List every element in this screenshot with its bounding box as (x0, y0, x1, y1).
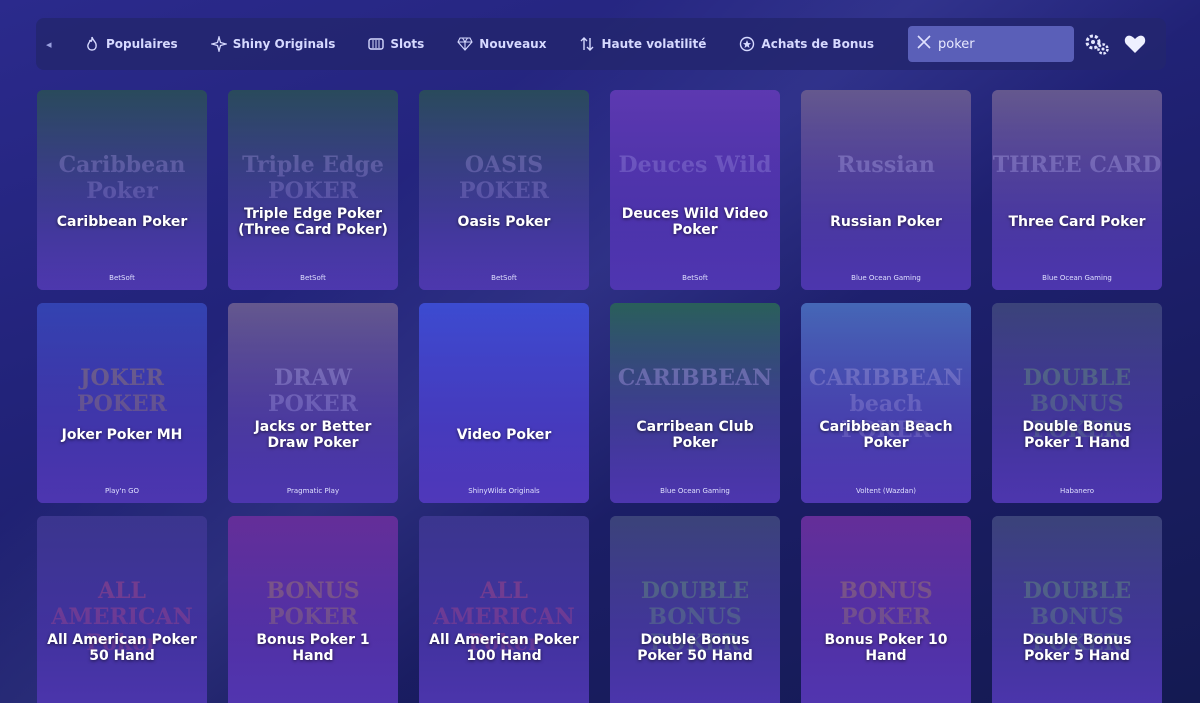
slot-machine-icon (368, 36, 385, 52)
game-provider: Play'n GO (104, 487, 140, 495)
nav-item-label: Shiny Originals (232, 37, 336, 51)
game-card[interactable]: BONUS POKERBonus Poker 1 Hand (228, 516, 398, 703)
game-provider: Pragmatic Play (286, 487, 340, 495)
card-overlay (228, 303, 398, 503)
game-card[interactable]: DOUBLE BONUS POKERDouble Bonus Poker 5 H… (992, 516, 1162, 703)
game-title: All American Poker 100 Hand (429, 632, 579, 664)
card-overlay (37, 303, 207, 503)
card-overlay (801, 516, 971, 703)
game-provider: Voltent (Wazdan) (856, 487, 916, 495)
game-title: Jacks or Better Draw Poker (254, 419, 372, 451)
game-title: Double Bonus Poker 5 Hand (1022, 632, 1132, 664)
game-provider: BetSoft (491, 274, 517, 282)
game-title: Double Bonus Poker 1 Hand (1022, 419, 1132, 451)
game-title: Three Card Poker (1008, 214, 1146, 230)
scroll-left-icon[interactable]: ◂ (46, 38, 58, 51)
game-card[interactable]: Deuces WildDeuces Wild Video PokerBetSof… (610, 90, 780, 290)
volatility-arrows-icon (579, 36, 595, 52)
sparkle-icon (210, 36, 227, 52)
card-overlay (610, 516, 780, 703)
game-provider: Blue Ocean Gaming (1042, 274, 1112, 282)
card-overlay (419, 90, 589, 290)
card-overlay (992, 90, 1162, 290)
nav-item-achats-de-bonus[interactable]: Achats de Bonus (739, 36, 874, 52)
card-overlay (801, 303, 971, 503)
game-provider: Blue Ocean Gaming (660, 487, 730, 495)
card-overlay (610, 303, 780, 503)
card-overlay (419, 516, 589, 703)
flame-icon (84, 36, 100, 52)
game-title: Carribean Club Poker (636, 419, 754, 451)
game-card[interactable]: Video Poker ShinyWilds Originals (419, 303, 589, 503)
game-title: Bonus Poker 10 Hand (824, 632, 948, 664)
game-provider: ShinyWilds Originals (468, 487, 540, 495)
nav-item-label: Nouveaux (479, 37, 547, 51)
game-title: Bonus Poker 1 Hand (256, 632, 370, 664)
nav-item-label: Achats de Bonus (761, 37, 875, 51)
game-card[interactable]: Caribbean PokerCaribbean PokerBetSoft (37, 90, 207, 290)
card-overlay (992, 303, 1162, 503)
bonus-coin-icon (739, 36, 755, 52)
game-card[interactable]: DOUBLE BONUS POKERDouble Bonus Poker 1 H… (992, 303, 1162, 503)
game-title: Triple Edge Poker (Three Card Poker) (238, 206, 388, 238)
game-provider: BetSoft (682, 274, 708, 282)
game-grid: Caribbean PokerCaribbean PokerBetSoftTri… (37, 90, 1162, 703)
search-input[interactable] (938, 36, 1058, 52)
card-overlay (37, 516, 207, 703)
card-overlay (228, 516, 398, 703)
nav-item-shiny-originals[interactable]: Shiny Originals (210, 36, 336, 52)
category-navbar: ◂ Populaires Shiny Originals Slots Nouveaux… (36, 18, 1166, 70)
card-overlay (419, 303, 589, 503)
game-card[interactable]: RussianRussian PokerBlue Ocean Gaming (801, 90, 971, 290)
game-card[interactable]: OASIS POKEROasis PokerBetSoft (419, 90, 589, 290)
favorites-heart-icon[interactable] (1124, 34, 1146, 58)
game-card[interactable]: Triple Edge POKERTriple Edge Poker (Thre… (228, 90, 398, 290)
game-card[interactable]: THREE CARDThree Card PokerBlue Ocean Gam… (992, 90, 1162, 290)
game-provider: Habanero (1059, 487, 1095, 495)
game-title: Caribbean Poker (56, 214, 188, 230)
nav-item-nouveaux[interactable]: Nouveaux (457, 36, 546, 52)
card-overlay (992, 516, 1162, 703)
game-title: Caribbean Beach Poker (819, 419, 953, 451)
nav-item-label: Haute volatilité (601, 37, 707, 51)
card-overlay (610, 90, 780, 290)
game-card[interactable]: JOKER POKERJoker Poker MHPlay'n GO (37, 303, 207, 503)
game-title: Video Poker (456, 427, 552, 443)
game-card[interactable]: ALL AMERICAN PokerAll American Poker 100… (419, 516, 589, 703)
card-overlay (37, 90, 207, 290)
clear-search-icon[interactable] (916, 34, 932, 54)
nav-item-haute-volatilit-[interactable]: Haute volatilité (579, 36, 706, 52)
game-provider: BetSoft (300, 274, 326, 282)
settings-gears-icon[interactable] (1084, 32, 1110, 60)
game-provider: Blue Ocean Gaming (851, 274, 921, 282)
nav-item-slots[interactable]: Slots (368, 36, 424, 52)
card-overlay (228, 90, 398, 290)
nav-item-populaires[interactable]: Populaires (84, 36, 178, 52)
game-card[interactable]: ALL AMERICAN PokerAll American Poker 50 … (37, 516, 207, 703)
game-title: All American Poker 50 Hand (47, 632, 197, 664)
game-title: Deuces Wild Video Poker (621, 206, 769, 238)
game-title: Double Bonus Poker 50 Hand (637, 632, 753, 664)
nav-item-label: Populaires (106, 37, 178, 51)
search-box (908, 26, 1074, 62)
nav-item-label: Slots (390, 37, 425, 51)
game-card[interactable]: BONUS POKERBonus Poker 10 Hand (801, 516, 971, 703)
game-card[interactable]: DRAW POKERJacks or Better Draw PokerPrag… (228, 303, 398, 503)
game-card[interactable]: CARIBBEANCarribean Club PokerBlue Ocean … (610, 303, 780, 503)
diamond-icon (457, 36, 473, 52)
game-title: Joker Poker MH (61, 427, 183, 443)
game-title: Oasis Poker (457, 214, 551, 230)
card-overlay (801, 90, 971, 290)
game-title: Russian Poker (830, 214, 942, 230)
game-card[interactable]: DOUBLE BONUS POKERDouble Bonus Poker 50 … (610, 516, 780, 703)
game-provider: BetSoft (109, 274, 135, 282)
game-card[interactable]: CARIBBEAN beach POKERCaribbean Beach Pok… (801, 303, 971, 503)
